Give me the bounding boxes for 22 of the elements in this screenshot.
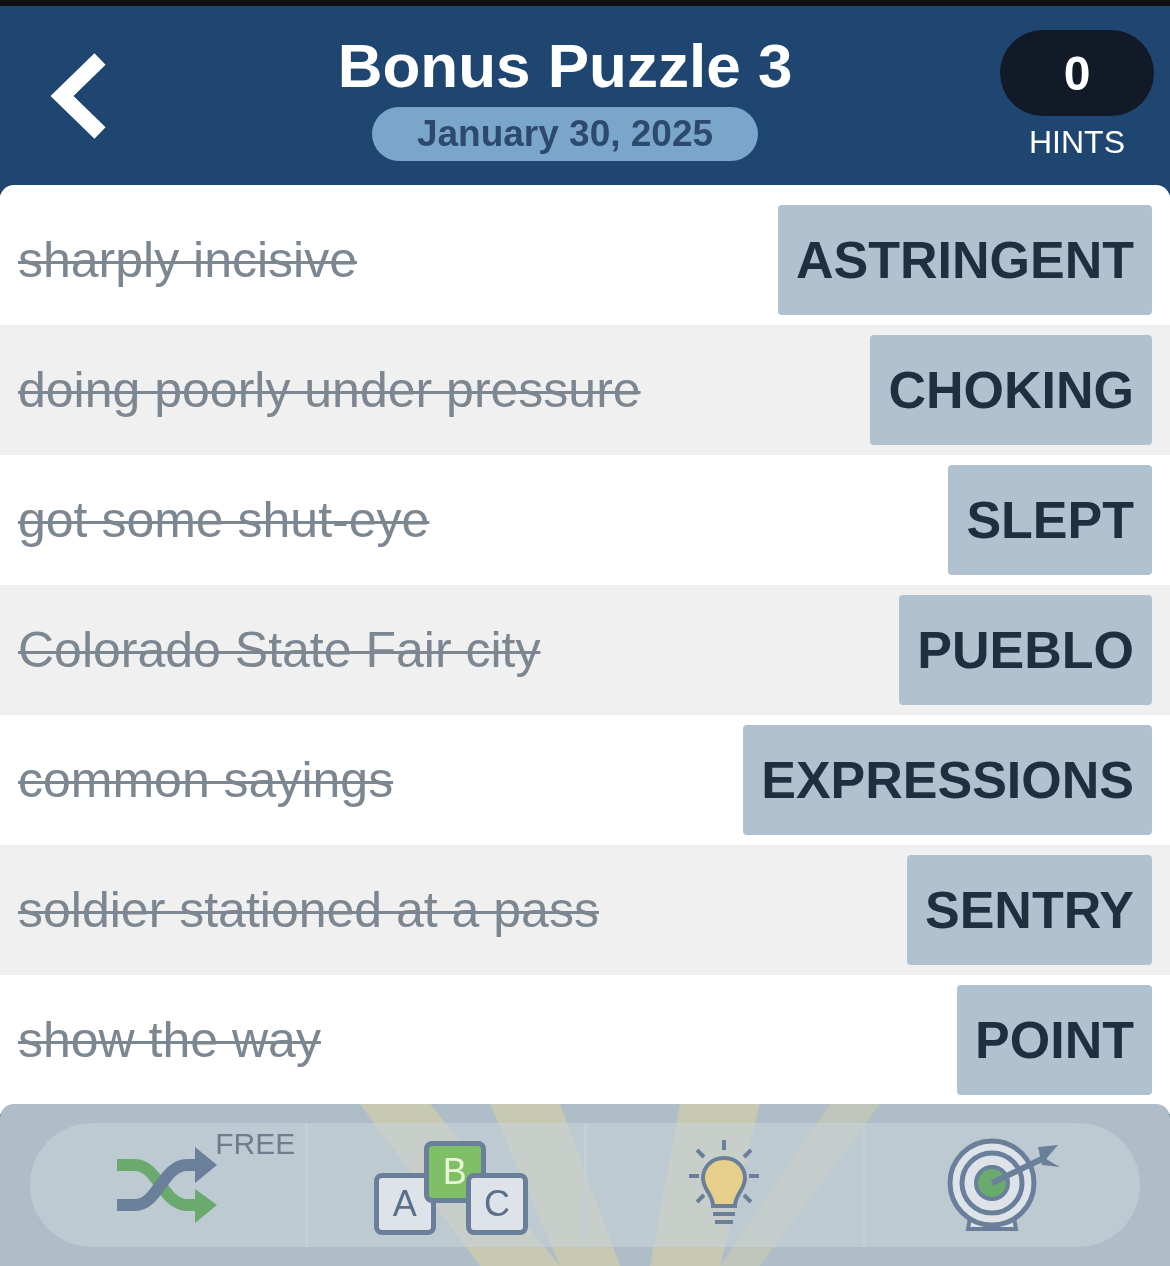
free-label: FREE (215, 1127, 296, 1161)
answer-tile[interactable]: EXPRESSIONS (743, 725, 1152, 835)
answer-tile[interactable]: SENTRY (907, 855, 1152, 965)
answer-tile[interactable]: PUEBLO (899, 595, 1152, 705)
toolbar-button[interactable]: A B C (305, 1123, 584, 1247)
puzzle-date: January 30, 2025 (371, 107, 759, 161)
clue-text: doing poorly under pressure (18, 361, 641, 419)
hint-count[interactable]: 0 (1000, 30, 1154, 116)
clue-text: show the way (18, 1011, 321, 1069)
answer-tile[interactable]: CHOKING (870, 335, 1152, 445)
clue-text: Colorado State Fair city (18, 621, 541, 679)
clue-text: sharply incisive (18, 231, 357, 289)
answer-tile[interactable]: POINT (957, 985, 1152, 1095)
letter-block: C (465, 1173, 528, 1235)
clue-text: got some shut-eye (18, 491, 430, 549)
hints-label: HINTS (1029, 124, 1125, 161)
letter-block: A (373, 1173, 436, 1235)
puzzle-title: Bonus Puzzle 3 (337, 30, 793, 101)
answer-tile[interactable]: SLEPT (948, 465, 1152, 575)
clue-text: common sayings (18, 751, 394, 809)
answer-tile[interactable]: ASTRINGENT (778, 205, 1152, 315)
clue-text: soldier stationed at a pass (18, 881, 599, 939)
